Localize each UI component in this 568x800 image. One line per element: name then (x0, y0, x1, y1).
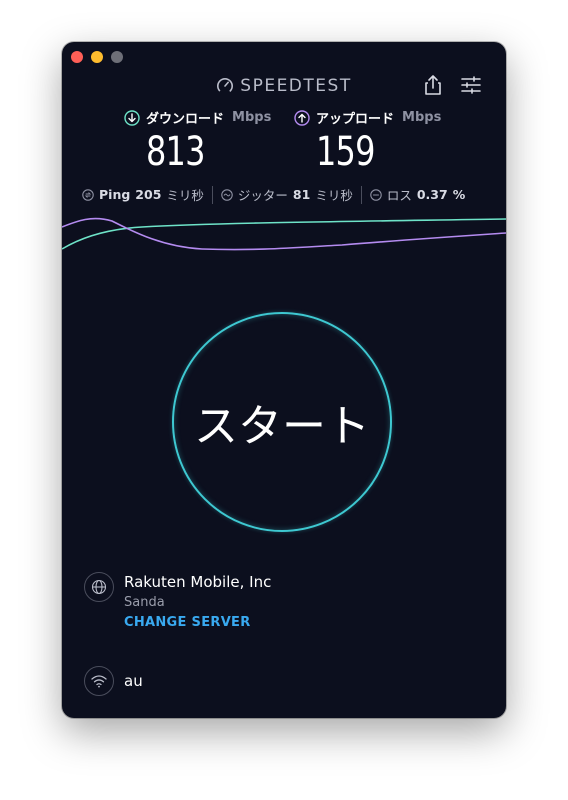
wifi-icon (91, 675, 107, 688)
upload-unit: Mbps (402, 110, 442, 125)
ping-unit: ミリ秒 (166, 188, 204, 203)
brand-title: SPEEDTEST (240, 76, 352, 96)
upload-label: アップロード (316, 112, 395, 127)
globe-icon (91, 579, 107, 595)
download-label: ダウンロード (146, 112, 225, 127)
change-server-link[interactable]: CHANGE SERVER (124, 615, 271, 630)
ping-stat: Ping 205 ミリ秒 (82, 185, 204, 204)
window-controls (71, 51, 123, 63)
arrow-up-circle-icon (294, 109, 310, 126)
wifi-icon-wrapper (84, 666, 114, 696)
loss-stat: ロス 0.37 % (370, 185, 465, 204)
speed-graph (62, 217, 506, 251)
server-name: Rakuten Mobile, Inc (124, 573, 272, 591)
jitter-stat: ジッター 81 ミリ秒 (221, 185, 353, 204)
ping-value: 205 (135, 187, 162, 202)
loss-label: ロス (386, 188, 412, 203)
network-info: au (84, 666, 143, 696)
jitter-value: 81 (292, 187, 311, 202)
ping-icon (82, 188, 94, 201)
maximize-window-button[interactable] (111, 51, 123, 63)
download-graph-line (62, 218, 506, 250)
loss-unit: % (452, 187, 466, 202)
share-icon[interactable] (424, 74, 442, 96)
download-unit: Mbps (232, 110, 272, 125)
download-metric: ダウンロード Mbps 813 (124, 108, 271, 175)
upload-metric: アップロード Mbps 159 (294, 108, 441, 175)
jitter-unit: ミリ秒 (315, 188, 353, 203)
server-info: Rakuten Mobile, Inc Sanda CHANGE SERVER (84, 572, 271, 630)
jitter-icon (221, 188, 233, 201)
server-location: Sanda (124, 595, 165, 610)
stats-divider (360, 185, 362, 204)
close-window-button[interactable] (71, 51, 83, 63)
ping-label: Ping (99, 187, 131, 202)
loss-value: 0.37 (416, 187, 448, 202)
download-value: 813 (146, 129, 205, 175)
globe-icon-wrapper (84, 572, 114, 602)
arrow-down-circle-icon (124, 109, 140, 126)
loss-icon (370, 188, 382, 201)
start-button[interactable]: スタート (172, 312, 392, 532)
app-window: SPEEDTEST ダウンロード Mbps 813 アップロード Mbps 15… (62, 42, 506, 718)
upload-value: 159 (316, 129, 375, 175)
gauge-icon (217, 77, 234, 95)
jitter-label: ジッター (237, 188, 288, 203)
stats-divider (211, 185, 213, 204)
stats-bar: Ping 205 ミリ秒 ジッター 81 ミリ秒 ロス 0.37 % (82, 185, 492, 204)
network-name: au (124, 672, 143, 690)
sliders-icon[interactable] (460, 76, 482, 94)
minimize-window-button[interactable] (91, 51, 103, 63)
